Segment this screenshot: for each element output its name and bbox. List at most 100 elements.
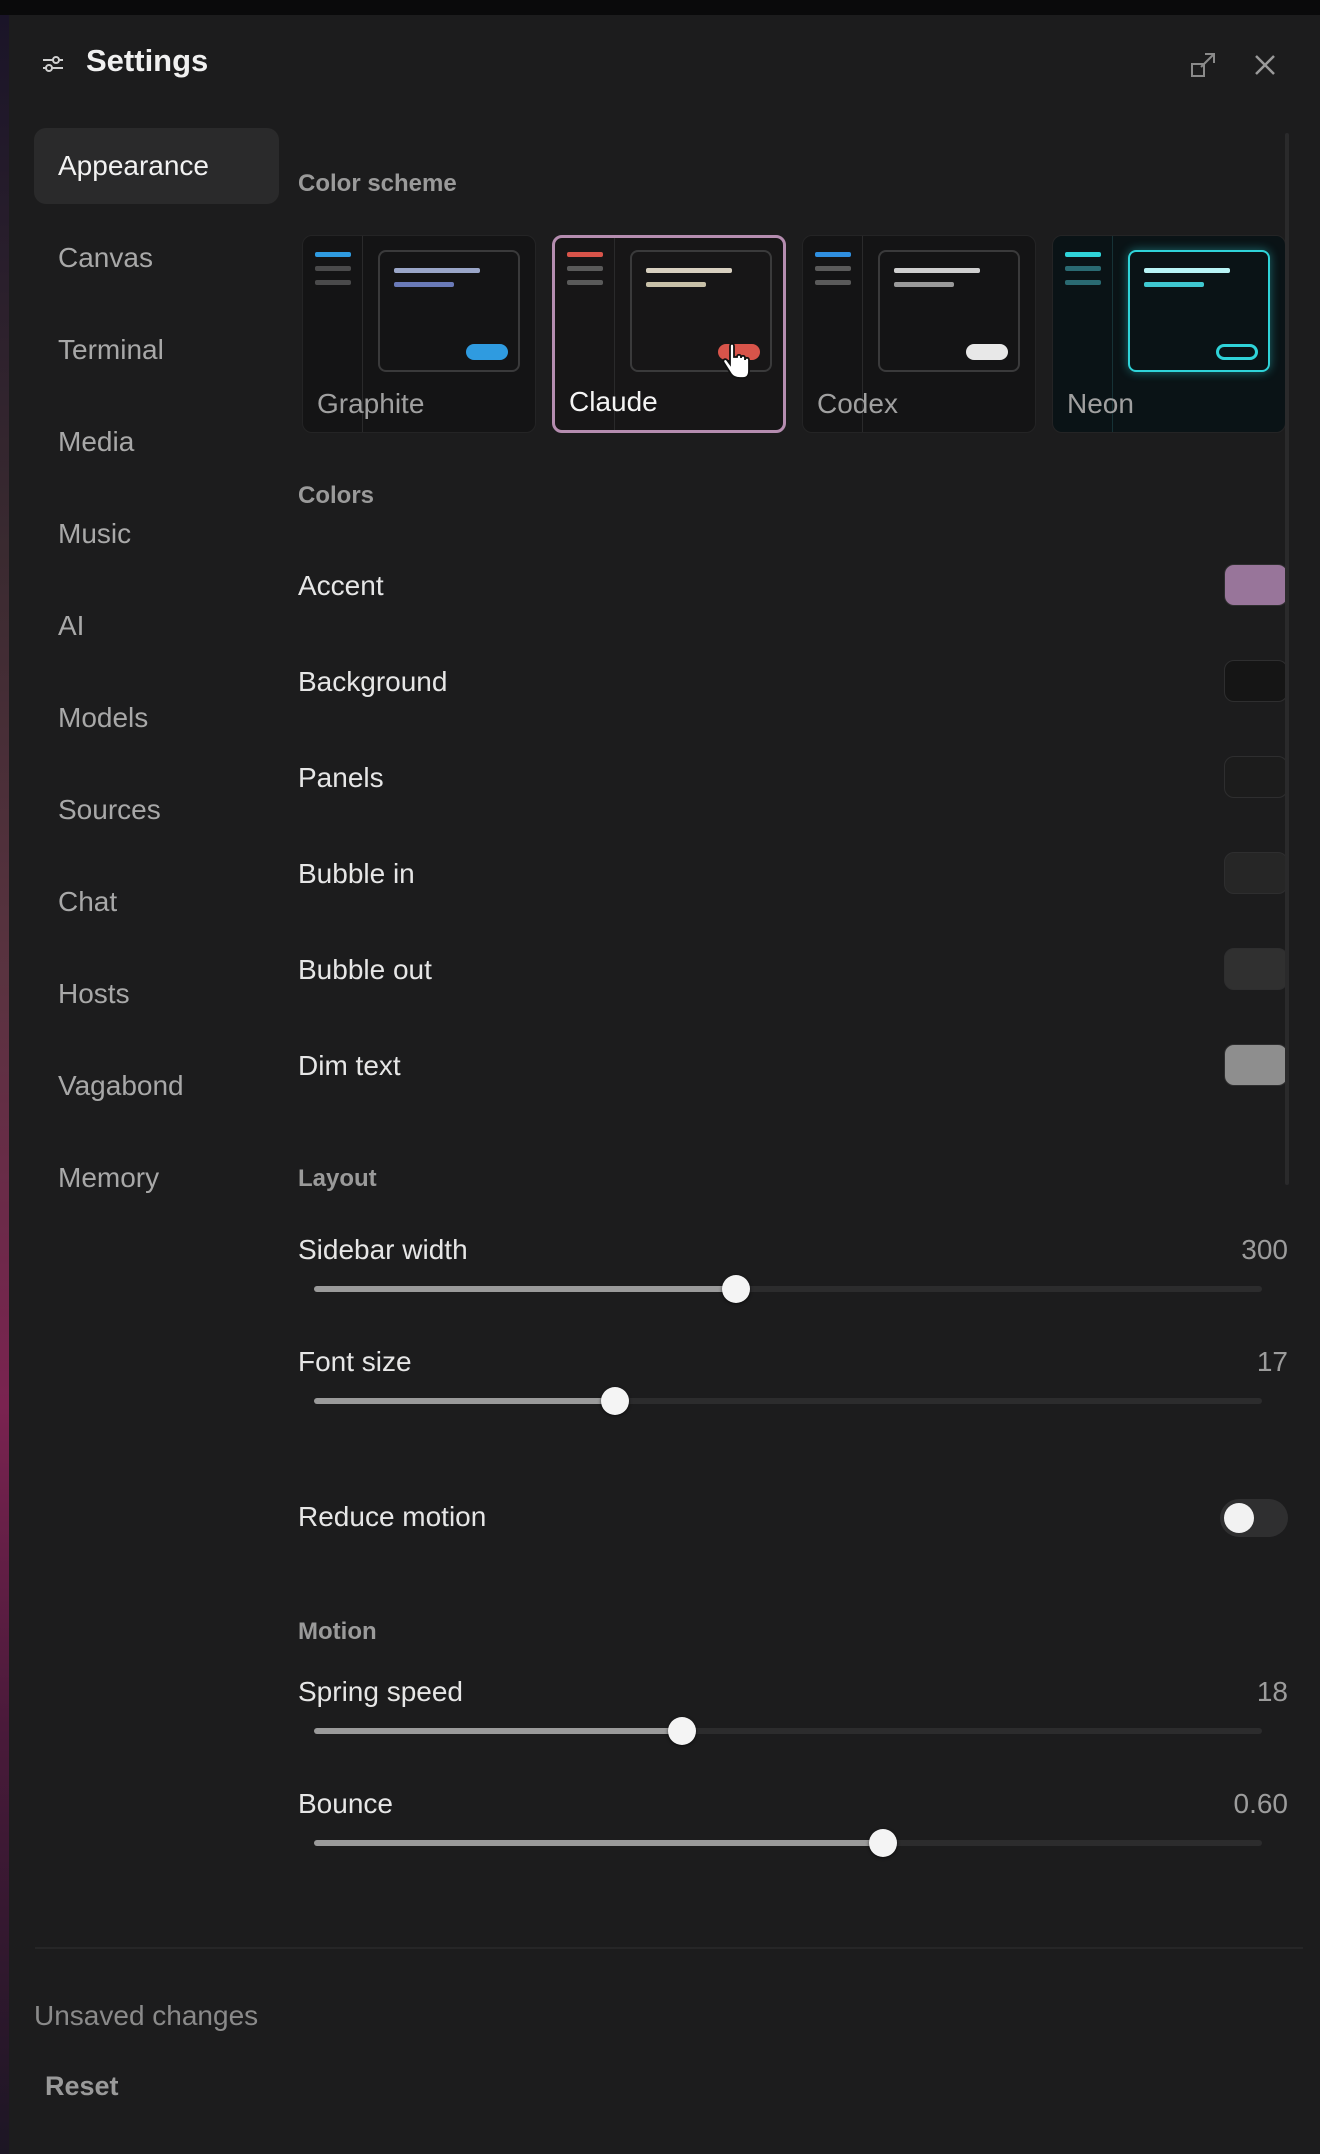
sidebar-item-music[interactable]: Music [34, 496, 279, 572]
preview-line [1065, 280, 1101, 285]
scheme-preview-window [878, 250, 1020, 372]
sliders-icon [40, 51, 66, 77]
toggle-label: Reduce motion [298, 1501, 487, 1532]
appearance-content: Color scheme Graphite Claude Codex Neon … [298, 15, 1288, 1935]
preview-line [394, 282, 454, 287]
unsaved-status: Unsaved changes [34, 2000, 259, 2031]
hand-cursor-icon [722, 342, 750, 379]
sidebar-item-media[interactable]: Media [34, 404, 279, 480]
preview-line [567, 266, 603, 271]
preview-line [567, 252, 603, 257]
slider-row-font-size: Font size 17 [298, 1346, 1288, 1446]
sidebar-item-ai[interactable]: AI [34, 588, 279, 664]
color-label: Bubble out [298, 954, 432, 985]
slider-label: Spring speed [298, 1676, 464, 1707]
accent-color-swatch[interactable] [1224, 564, 1288, 606]
preview-accent-pill [1216, 344, 1258, 360]
preview-accent-pill [966, 344, 1008, 360]
slider-fill [314, 1286, 736, 1292]
scheme-card-neon[interactable]: Neon [1052, 235, 1286, 433]
color-row-background: Background [298, 652, 1288, 712]
section-title-layout: Layout [298, 1165, 377, 1192]
slider-label: Font size [298, 1346, 412, 1377]
color-scheme-picker: Graphite Claude Codex Neon [298, 235, 1288, 433]
background-color-swatch[interactable] [1224, 660, 1288, 702]
sidebar-item-models[interactable]: Models [34, 680, 279, 756]
color-row-accent: Accent [298, 556, 1288, 616]
color-row-dim-text: Dim text [298, 1036, 1288, 1096]
scheme-card-codex[interactable]: Codex [802, 235, 1036, 433]
toggle-row-reduce-motion: Reduce motion [298, 1493, 1288, 1553]
sidebar-item-canvas[interactable]: Canvas [34, 220, 279, 296]
content-scrollbar[interactable] [1285, 133, 1289, 1185]
slider-thumb[interactable] [868, 1829, 897, 1857]
slider-fill [314, 1840, 883, 1846]
slider-value: 300 [1241, 1234, 1288, 1265]
slider-thumb[interactable] [667, 1717, 696, 1745]
section-title-colors: Colors [298, 482, 375, 509]
color-row-bubble-out: Bubble out [298, 940, 1288, 1000]
sidebar-item-chat[interactable]: Chat [34, 864, 279, 940]
settings-panel: Settings Appearance Canvas Terminal Medi… [9, 15, 1320, 2154]
scheme-label: Neon [1067, 388, 1134, 419]
color-label: Bubble in [298, 858, 415, 889]
preview-accent-pill [466, 344, 508, 360]
color-row-panels: Panels [298, 748, 1288, 808]
preview-line [1065, 252, 1101, 257]
page-title: Settings [86, 43, 209, 78]
slider-fill [314, 1398, 616, 1404]
spring-speed-slider[interactable] [314, 1717, 1262, 1745]
color-label: Accent [298, 570, 384, 601]
window-top-bar [0, 0, 1320, 15]
slider-label: Sidebar width [298, 1234, 468, 1265]
font-size-slider[interactable] [314, 1387, 1262, 1415]
preview-line [815, 252, 851, 257]
sidebar-item-hosts[interactable]: Hosts [34, 956, 279, 1032]
preview-line [894, 268, 980, 273]
reset-button[interactable]: Reset [45, 2071, 119, 2102]
preview-line [1144, 268, 1230, 273]
slider-thumb[interactable] [721, 1275, 750, 1303]
sidebar-width-slider[interactable] [314, 1275, 1262, 1303]
color-row-bubble-in: Bubble in [298, 844, 1288, 904]
scheme-preview-window [378, 250, 520, 372]
bounce-slider[interactable] [314, 1829, 1262, 1857]
preview-line [815, 266, 851, 271]
reduce-motion-toggle[interactable] [1220, 1499, 1288, 1537]
sidebar-item-vagabond[interactable]: Vagabond [34, 1048, 279, 1124]
sidebar-item-appearance[interactable]: Appearance [34, 128, 279, 204]
preview-line [394, 268, 480, 273]
slider-value: 18 [1256, 1676, 1288, 1707]
slider-row-bounce: Bounce 0.60 [298, 1788, 1288, 1888]
section-title-motion: Motion [298, 1618, 377, 1645]
scheme-label: Codex [817, 388, 898, 419]
preview-line [815, 280, 851, 285]
bubble-out-color-swatch[interactable] [1224, 948, 1288, 990]
background-edge [0, 15, 9, 2154]
scheme-card-claude[interactable]: Claude [552, 235, 786, 433]
slider-value: 17 [1256, 1346, 1288, 1377]
slider-row-spring-speed: Spring speed 18 [298, 1676, 1288, 1776]
scheme-card-graphite[interactable]: Graphite [302, 235, 536, 433]
color-label: Dim text [298, 1050, 401, 1081]
slider-label: Bounce [298, 1788, 393, 1819]
preview-line [1144, 282, 1204, 287]
sidebar-item-sources[interactable]: Sources [34, 772, 279, 848]
preview-line [315, 252, 351, 257]
slider-value: 0.60 [1233, 1788, 1289, 1819]
slider-row-sidebar-width: Sidebar width 300 [298, 1234, 1288, 1334]
panels-color-swatch[interactable] [1224, 756, 1288, 798]
sidebar-item-terminal[interactable]: Terminal [34, 312, 279, 388]
preview-line [894, 282, 954, 287]
section-title-color-scheme: Color scheme [298, 170, 457, 197]
scheme-label: Graphite [317, 388, 425, 419]
sidebar-item-memory[interactable]: Memory [34, 1140, 279, 1216]
preview-line [646, 282, 706, 287]
scheme-label: Claude [569, 386, 658, 417]
settings-sidebar: Appearance Canvas Terminal Media Music A… [34, 128, 279, 1232]
dim-text-color-swatch[interactable] [1224, 1044, 1288, 1086]
preview-line [315, 280, 351, 285]
bubble-in-color-swatch[interactable] [1224, 852, 1288, 894]
preview-line [646, 268, 732, 273]
slider-thumb[interactable] [601, 1387, 630, 1415]
